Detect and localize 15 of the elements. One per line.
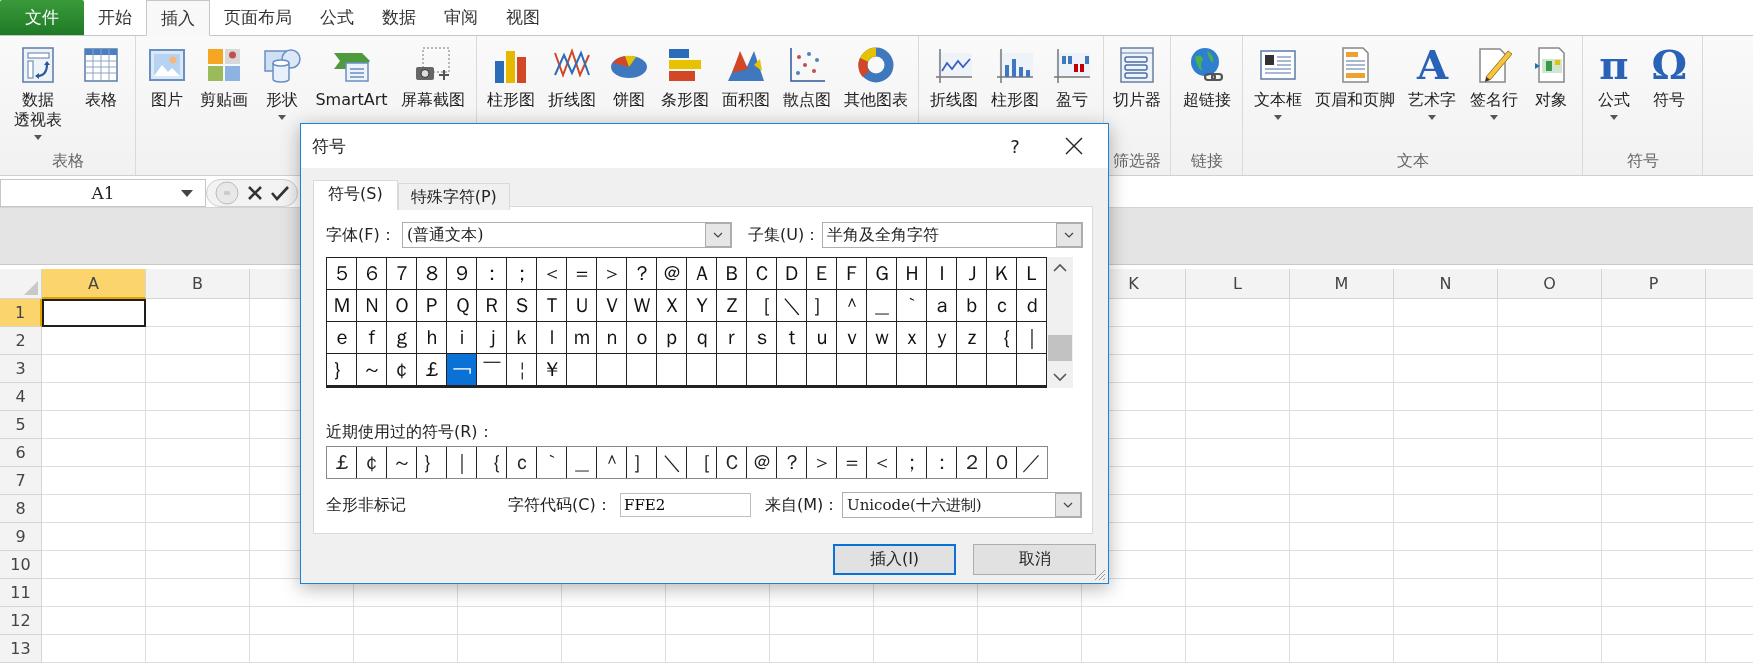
character-code-label: 字符代码(C)： <box>508 494 613 516</box>
character-name: 全形非标记 <box>326 494 407 516</box>
glyph-icon: A <box>1416 43 1448 87</box>
group-label: 链接 <box>1189 150 1224 172</box>
glyph-icon: π <box>1599 43 1629 87</box>
group-label: 表格 <box>50 150 85 172</box>
subset-label: 子集(U)： <box>748 224 822 246</box>
font-label: 字体(F)： <box>326 224 397 246</box>
glyph-icon: Ω <box>1651 43 1688 87</box>
group-label: 文本 <box>1395 150 1430 172</box>
group-label: 筛选器 <box>1112 150 1162 172</box>
from-label: 来自(M)： <box>765 494 841 516</box>
group-label: 符号 <box>1625 150 1660 172</box>
recent-symbols-label: 近期使用过的符号(R)： <box>326 422 495 442</box>
dialog-title: 符号 <box>312 134 347 158</box>
